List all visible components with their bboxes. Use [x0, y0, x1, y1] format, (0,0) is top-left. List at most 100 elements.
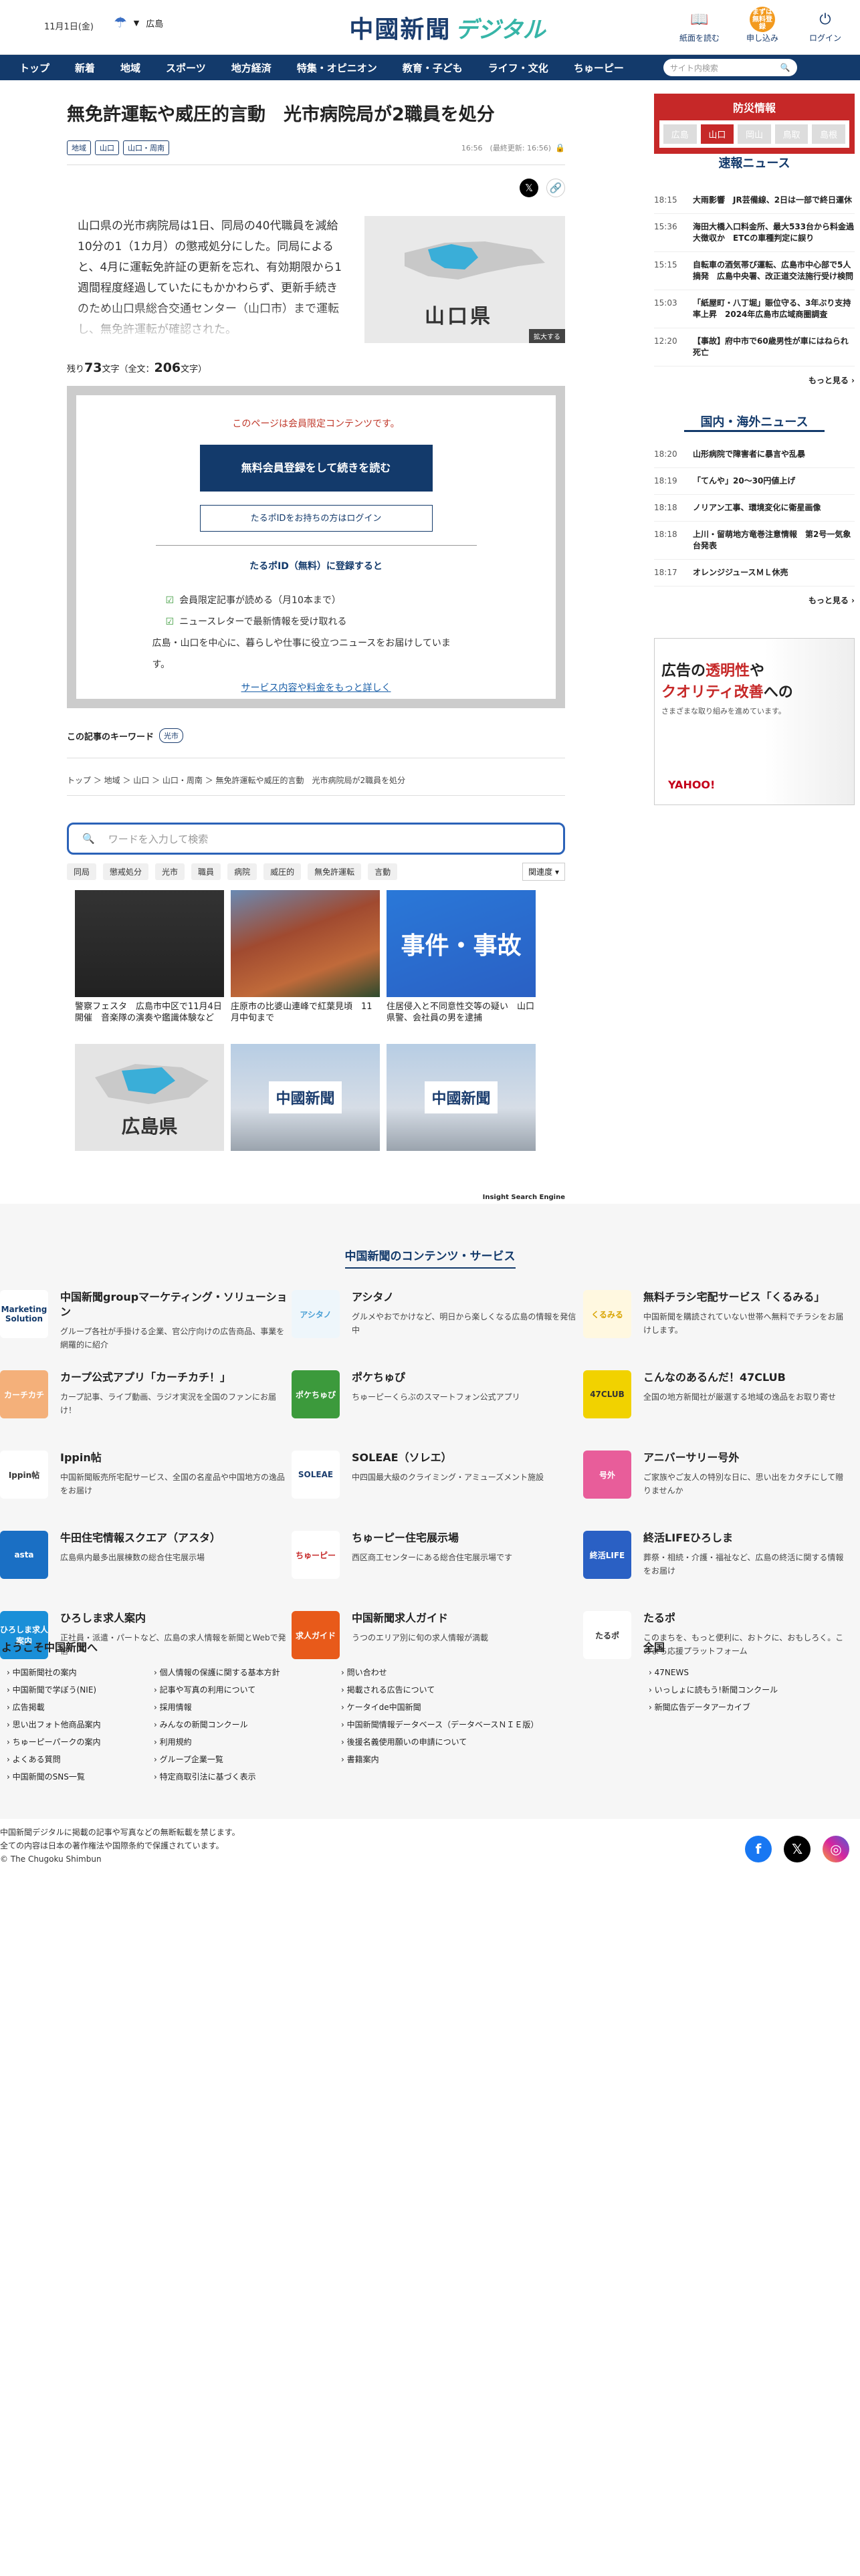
- news-item[interactable]: 15:15 自転車の酒気帯び運転、広島市中心部で5人摘発 広島中央署、改正道交法施…: [654, 252, 855, 290]
- x-share-icon[interactable]: 𝕏: [520, 179, 538, 197]
- chip[interactable]: 同局: [67, 863, 97, 880]
- news-item[interactable]: 18:15 大雨影響 JR芸備線、2日は一部で終日運休: [654, 187, 855, 214]
- more-link[interactable]: もっと見る ›: [654, 595, 855, 606]
- service-item[interactable]: ポケちゅぴ ポケちゅぴ ちゅーピーくらぶのスマートフォン公式アプリ: [292, 1370, 580, 1437]
- nav-sports[interactable]: スポーツ: [153, 61, 219, 75]
- chip[interactable]: 病院: [227, 863, 257, 880]
- footer-link[interactable]: 記事や写真の利用について: [154, 1681, 341, 1699]
- nav-education[interactable]: 教育・子ども: [390, 61, 475, 75]
- instagram-icon[interactable]: ◎: [823, 1836, 849, 1862]
- nav-top[interactable]: トップ: [7, 61, 62, 75]
- footer-link[interactable]: 広告掲載: [7, 1699, 154, 1716]
- news-item[interactable]: 18:18 上川・留萌地方竜巻注意情報 第2号一気象台発表: [654, 522, 855, 560]
- related-card[interactable]: 事件・事故 住居侵入と不同意性交等の疑い 山口県警、会社員の男を逮捕: [387, 890, 536, 1037]
- footer-link[interactable]: 利用規約: [154, 1733, 341, 1751]
- news-item[interactable]: 15:36 海田大橋入口料金所、最大533台から料金過大徴収か ETCの車種判定に…: [654, 214, 855, 252]
- zoom-button[interactable]: 拡大する: [529, 329, 565, 343]
- footer-link[interactable]: 書籍案内: [341, 1751, 635, 1768]
- service-item[interactable]: SOLEAE SOLEAE（ソレエ） 中四国最大級のクライミング・アミューズメント施…: [292, 1451, 580, 1517]
- nav-chupea[interactable]: ちゅーピー: [561, 61, 637, 75]
- x-icon[interactable]: 𝕏: [784, 1836, 811, 1862]
- nav-life[interactable]: ライフ・文化: [475, 61, 561, 75]
- footer-link[interactable]: いっしょに読もう!新聞コンクール: [649, 1681, 778, 1699]
- breadcrumb[interactable]: トップ ＞ 地域 ＞ 山口 ＞ 山口・周南 ＞ 無免許運転や威圧的言動 光市病院…: [67, 774, 565, 786]
- related-card[interactable]: 警察フェスタ 広島市中区で11月4日開催 音楽隊の演奏や鑑識体験など: [75, 890, 224, 1037]
- site-search-input[interactable]: サイト内検索 🔍: [663, 59, 797, 76]
- read-paper-button[interactable]: 📖 紙面を読む: [678, 7, 721, 43]
- chip[interactable]: 光市: [155, 863, 185, 880]
- service-item[interactable]: Ippin帖 Ippin帖 中国新聞販売所宅配サービス、全国の名産品や中国地方の逸品…: [0, 1451, 289, 1517]
- footer-link[interactable]: 問い合わせ: [341, 1664, 635, 1681]
- chip[interactable]: 言動: [368, 863, 398, 880]
- service-item[interactable]: Marketing Solution 中国新聞groupマーケティング・ソリューシ…: [0, 1290, 289, 1357]
- footer-link[interactable]: ケータイde中国新聞: [341, 1699, 635, 1716]
- service-item[interactable]: asta 牛田住宅情報スクエア（アスタ） 広島県内最多出展棟数の総合住宅展示場: [0, 1531, 289, 1598]
- related-card[interactable]: 庄原市の比婆山連峰で紅葉見頃 11月中旬まで: [231, 890, 380, 1037]
- nav-new[interactable]: 新着: [62, 61, 108, 75]
- login-button[interactable]: ⏻ ログイン: [804, 7, 847, 43]
- footer-link[interactable]: よくある質問: [7, 1751, 154, 1768]
- chip[interactable]: 懲戒処分: [103, 863, 149, 880]
- tarupo-login-button[interactable]: たるポIDをお持ちの方はログイン: [199, 505, 433, 532]
- facebook-icon[interactable]: f: [745, 1836, 772, 1862]
- related-card[interactable]: 中國新聞: [387, 1044, 536, 1191]
- service-item[interactable]: ちゅーピー ちゅーピー住宅展示場 西区商工センターにある総合住宅展示場です: [292, 1531, 580, 1598]
- register-button[interactable]: 無料会員登録をして続きを読む: [199, 445, 433, 492]
- nav-feature[interactable]: 特集・オピニオン: [284, 61, 390, 75]
- footer-link[interactable]: 新聞広告データアーカイブ: [649, 1699, 778, 1716]
- tag-region[interactable]: 地域: [67, 140, 91, 155]
- news-item[interactable]: 15:03 「紙屋町・八丁堀」賑位守る、3年ぶり支持率上昇 2024年広島市広域商…: [654, 290, 855, 328]
- sort-select[interactable]: 関連度 ▾: [522, 863, 565, 881]
- nav-economy[interactable]: 地方経済: [219, 61, 284, 75]
- footer-link[interactable]: 後援名義使用願いの申請について: [341, 1733, 635, 1751]
- footer-link[interactable]: 中国新聞情報データベース（データベースＮＩＥ版）: [341, 1716, 635, 1733]
- service-item[interactable]: 終活LIFE 終活LIFEひろしま 葬祭・相続・介護・福祉など、広島の終活に関する情…: [583, 1531, 851, 1598]
- more-link[interactable]: もっと見る ›: [654, 374, 855, 386]
- news-item[interactable]: 18:20 山形病院で障害者に暴言や乱暴: [654, 441, 855, 468]
- related-search-input[interactable]: 🔍 ワードを入力して検索: [67, 823, 565, 855]
- service-item[interactable]: くるみる 無料チラシ宅配サービス「くるみる」 中国新聞を購読されていない世帯へ無料で…: [583, 1290, 851, 1357]
- footer-link[interactable]: 中国新聞のSNS一覧: [7, 1768, 154, 1786]
- footer-link[interactable]: 中国新聞社の案内: [7, 1664, 154, 1681]
- footer-link[interactable]: ちゅーピーパークの案内: [7, 1733, 154, 1751]
- footer-link[interactable]: 47NEWS: [649, 1664, 778, 1681]
- service-item[interactable]: 47CLUB こんなのあるんだ！47CLUB 全国の地方新聞社が厳選する地域の逸品を…: [583, 1370, 851, 1437]
- tag-yamaguchi-shunan[interactable]: 山口・周南: [123, 140, 169, 155]
- chip[interactable]: 職員: [191, 863, 221, 880]
- weather-widget[interactable]: ☂ ▼ 広島: [114, 15, 163, 31]
- footer-link[interactable]: 採用情報: [154, 1699, 341, 1716]
- search-icon[interactable]: 🔍: [780, 63, 790, 72]
- tag-yamaguchi[interactable]: 山口: [95, 140, 119, 155]
- site-logo[interactable]: 中國新聞 デジタル: [337, 9, 558, 45]
- apply-button[interactable]: まずは無料登録 申し込み: [741, 7, 784, 43]
- service-details-link[interactable]: サービス内容や料金をもっと詳しく: [76, 681, 556, 694]
- related-card[interactable]: 中國新聞: [231, 1044, 380, 1191]
- footer-link[interactable]: 思い出フォト他商品案内: [7, 1716, 154, 1733]
- nav-region[interactable]: 地域: [108, 61, 153, 75]
- footer-link[interactable]: 掲載される広告について: [341, 1681, 635, 1699]
- keyword-tag[interactable]: 光市: [159, 728, 184, 743]
- news-item[interactable]: 18:17 オレンジジュースＭＬ休売: [654, 560, 855, 586]
- region-tab-yamaguchi[interactable]: 山口: [700, 124, 734, 144]
- chip[interactable]: 威圧的: [263, 863, 302, 880]
- region-tab-okayama[interactable]: 岡山: [738, 124, 771, 144]
- footer-link[interactable]: 個人情報の保護に関する基本方針: [154, 1664, 341, 1681]
- news-item[interactable]: 18:19 「てんや」20～30円値上げ: [654, 468, 855, 495]
- service-item[interactable]: 号外 アニバーサリー号外 ご家族やご友人の特別な日に、思い出をカタチにして贈りません…: [583, 1451, 851, 1517]
- region-tab-shimane[interactable]: 島根: [812, 124, 845, 144]
- footer-link[interactable]: 特定商取引法に基づく表示: [154, 1768, 341, 1786]
- related-card[interactable]: 広島県: [75, 1044, 224, 1191]
- footer-link[interactable]: 中国新聞で学ぼう(NIE): [7, 1681, 154, 1699]
- article-map-image[interactable]: 山口県 拡大する: [364, 216, 565, 343]
- link-copy-icon[interactable]: 🔗: [546, 179, 565, 197]
- chip[interactable]: 無免許運転: [308, 863, 362, 880]
- region-tab-tottori[interactable]: 鳥取: [774, 124, 809, 144]
- service-item[interactable]: アシタノ アシタノ グルメやおでかけなど、明日から楽しくなる広島の情報を発信中: [292, 1290, 580, 1357]
- footer-link[interactable]: みんなの新聞コンクール: [154, 1716, 341, 1733]
- news-item[interactable]: 18:18 ノリアン工事、環境変化に衛星画像: [654, 495, 855, 522]
- news-item[interactable]: 12:20 【事故】府中市で60歳男性が車にはねられ死亡: [654, 328, 855, 366]
- service-item[interactable]: カーチカチ カープ公式アプリ「カーチカチ！」 カープ記事、ライブ動画、ラジオ実況を全…: [0, 1370, 289, 1437]
- region-tab-hiroshima[interactable]: 広島: [663, 124, 697, 144]
- sidebar-ad[interactable]: 広告の透明性や クオリティ改善への さまざまな取り組みを進めています。 YAHOO…: [654, 638, 855, 805]
- footer-link[interactable]: グループ企業一覧: [154, 1751, 341, 1768]
